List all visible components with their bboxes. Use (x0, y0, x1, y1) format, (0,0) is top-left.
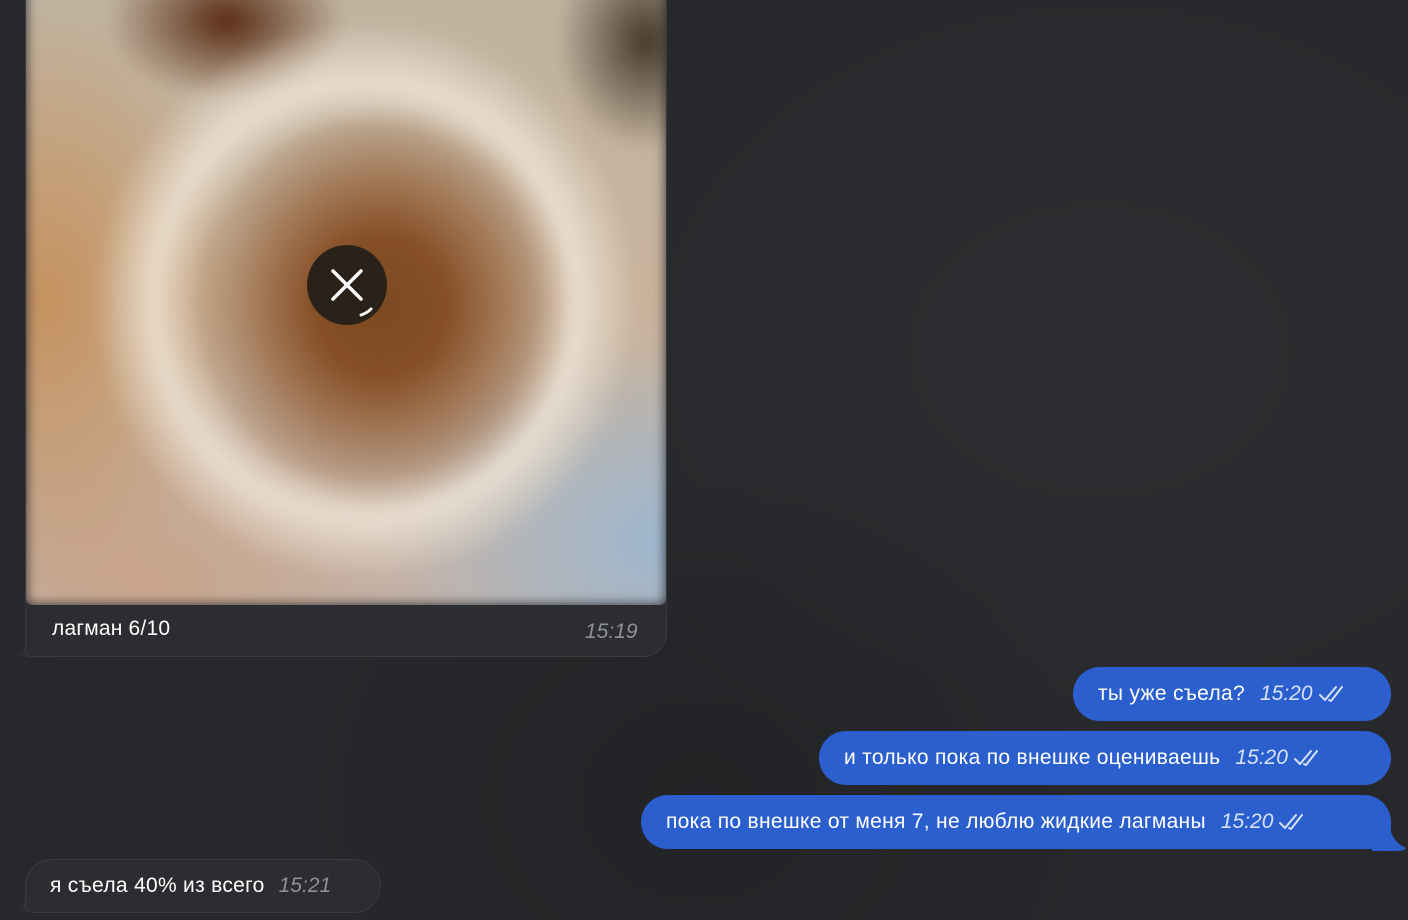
double-check-icon (1318, 686, 1343, 702)
message-time: 15:19 (585, 620, 638, 643)
double-check-icon (1279, 814, 1304, 830)
message-text: я съела 40% из всего (50, 874, 265, 897)
close-icon (331, 269, 373, 317)
message-time: 15:20 (1259, 682, 1313, 705)
message-text: и только пока по внешке оцениваешь (844, 746, 1221, 769)
outgoing-message[interactable]: и только пока по внешке оцениваешь 15:20 (819, 731, 1391, 785)
photo-caption: лагман 6/10 (52, 617, 171, 640)
outgoing-message[interactable]: ты уже съела? 15:20 (1073, 667, 1391, 721)
message-time: 15:20 (1235, 746, 1288, 769)
cancel-download-button[interactable] (307, 245, 387, 325)
outgoing-message[interactable]: пока по внешке от меня 7, не люблю жидки… (641, 795, 1391, 849)
message-text: ты уже съела? (1098, 682, 1245, 705)
message-time: 15:20 (1220, 810, 1274, 833)
photo-message[interactable]: лагман 6/10 15:19 (25, 0, 667, 657)
message-time: 15:21 (278, 874, 332, 897)
incoming-message[interactable]: я съела 40% из всего 15:21 (25, 859, 381, 913)
double-check-icon (1293, 750, 1318, 766)
message-text: пока по внешке от меня 7, не люблю жидки… (666, 810, 1206, 833)
